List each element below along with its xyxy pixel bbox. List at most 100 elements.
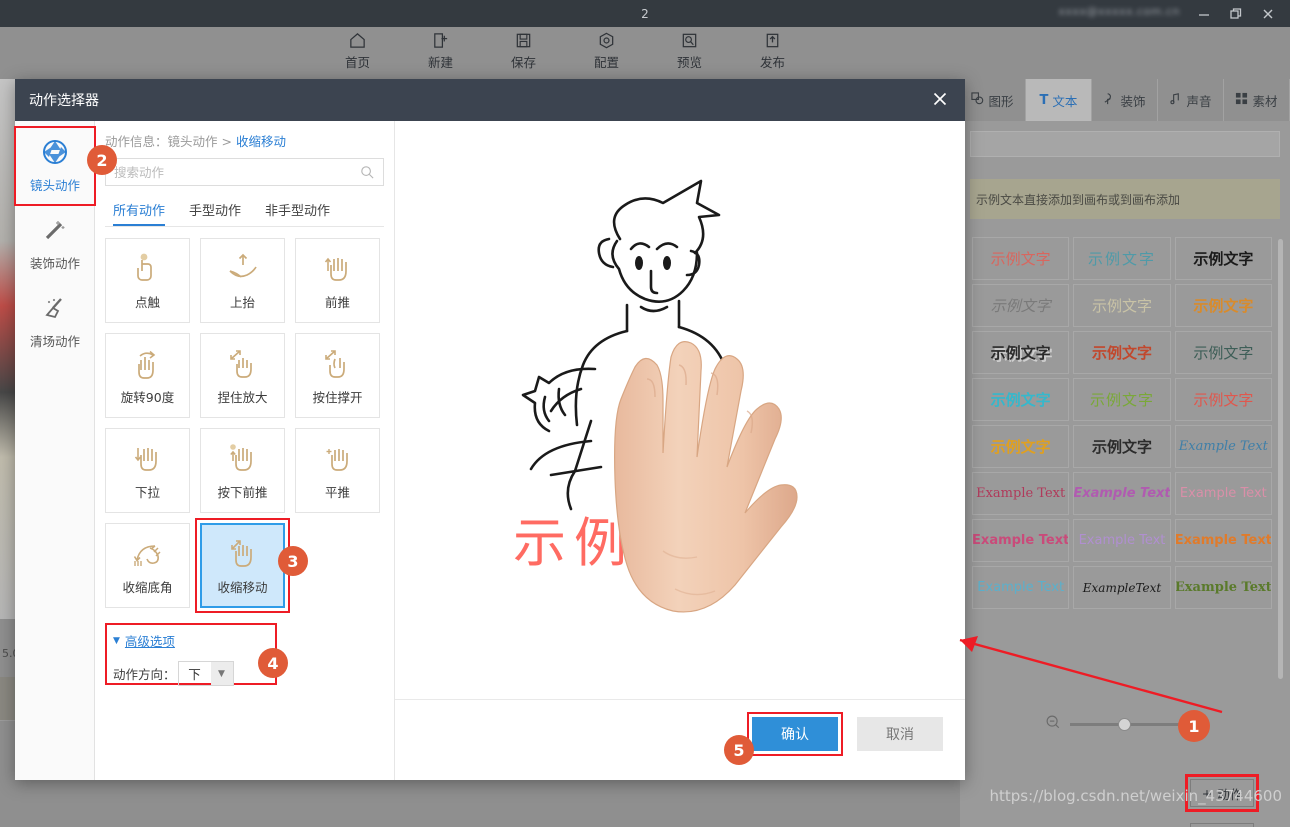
sidebar-item-label: 装饰动作 [29, 256, 80, 271]
toolbar-item-preview[interactable]: 预览 [662, 27, 717, 71]
callout-badge-2: 2 [87, 145, 117, 175]
text-style-item[interactable]: Example Text [1073, 472, 1171, 515]
zoom-slider-knob[interactable] [1118, 717, 1131, 731]
dialog-close-icon[interactable] [931, 90, 951, 110]
text-style-item[interactable]: 示例文字 [1073, 284, 1171, 327]
text-style-item[interactable]: 示例文字 [1073, 237, 1171, 280]
action-item-pull-down[interactable]: 下拉 [105, 428, 190, 513]
sidebar-item-camera-action[interactable]: 镜头动作 [14, 126, 96, 206]
text-style-item[interactable]: 示例文字 [972, 425, 1070, 468]
tab-hand-actions[interactable]: 手型动作 [189, 200, 241, 226]
text-style-item[interactable]: Example Text [972, 566, 1070, 609]
cancel-button[interactable]: 取消 [857, 717, 943, 751]
sidebar-item-decoration-action[interactable]: 装饰动作 [15, 205, 95, 283]
action-item-label: 按下前推 [217, 484, 268, 500]
search-icon[interactable] [360, 165, 375, 184]
shrink-corner-hand-icon [131, 536, 165, 573]
action-item-press-push[interactable]: 按下前推 [200, 428, 285, 513]
action-item-qiantui[interactable]: 前推 [295, 238, 380, 323]
text-style-grid: 示例文字 示例文字 示例文字 示例文字 示例文字 示例文字 示例文字 示例文字 … [970, 235, 1274, 687]
text-style-item[interactable]: Example Text [1174, 519, 1272, 562]
toolbar-label: 配置 [593, 55, 619, 70]
toolbar-item-home[interactable]: 首页 [330, 27, 385, 71]
text-style-item[interactable]: 示例文字 [972, 284, 1070, 327]
tab-sound[interactable]: 声音 [1158, 79, 1224, 121]
toolbar-item-settings[interactable]: 配置 [579, 27, 634, 71]
toolbar-item-publish[interactable]: 发布 [745, 27, 800, 71]
text-style-item[interactable]: ExampleText [1073, 566, 1171, 609]
tab-label: 声音 [1186, 93, 1212, 109]
text-style-item[interactable]: 示例文字 [1073, 331, 1171, 374]
toolbar-item-save[interactable]: 保存 [496, 27, 551, 71]
sidebar-item-clear-action[interactable]: 清场动作 [15, 283, 95, 361]
action-item-label: 旋转90度 [120, 389, 175, 405]
text-style-item[interactable]: 示例文字 [1073, 378, 1171, 421]
text-style-item[interactable]: Example Text [972, 519, 1070, 562]
flat-push-hand-icon [321, 441, 355, 478]
text-style-item[interactable]: 示例文字 [972, 331, 1070, 374]
action-item-dianchu[interactable]: 点触 [105, 238, 190, 323]
action-item-label: 点触 [134, 294, 160, 310]
action-item-label: 平推 [324, 484, 350, 500]
direction-select[interactable]: 下 ▼ [177, 661, 234, 686]
right-panel-tabs: 图形 T 文本 装饰 声音 素材 [960, 79, 1290, 121]
right-panel-search[interactable] [970, 131, 1280, 157]
advanced-options-header[interactable]: ▼ 高级选项 [113, 631, 275, 650]
maximize-icon[interactable] [1220, 0, 1252, 27]
action-grid: 点触 上抬 前推 旋转90度 捏住放大 按住撑开 下拉 按下前推 平推 收缩底角… [105, 238, 385, 613]
close-icon[interactable] [1252, 0, 1284, 27]
minimize-icon[interactable] [1188, 0, 1220, 27]
tab-non-hand-actions[interactable]: 非手型动作 [265, 200, 330, 226]
toolbar-label: 发布 [759, 55, 785, 70]
text-style-item[interactable]: 示例文字 [972, 378, 1070, 421]
right-panel-hint: 示例文本直接添加到画布或到画布添加 [970, 179, 1280, 219]
right-panel-scrollbar[interactable] [1278, 239, 1283, 679]
action-item-shrink-move[interactable]: 收缩移动 [195, 518, 290, 613]
action-item-press-spread[interactable]: 按住撑开 [295, 333, 380, 418]
dialog-body: 镜头动作 装饰动作 清场动作 动作信息：镜头动作 > 收缩移动 搜索动作 所有动… [14, 121, 965, 780]
search-input[interactable] [114, 164, 364, 180]
toolbar-item-new[interactable]: 新建 [413, 27, 468, 71]
confirm-button-highlight: 确认 [747, 712, 843, 756]
text-style-item[interactable]: Example Text [972, 472, 1070, 515]
shape-icon [971, 91, 984, 109]
action-item-pinch-zoom[interactable]: 捏住放大 [200, 333, 285, 418]
text-style-item[interactable]: Example Text [1174, 566, 1272, 609]
action-item-shangtai[interactable]: 上抬 [200, 238, 285, 323]
tab-text[interactable]: T 文本 [1026, 79, 1092, 121]
shrink-move-hand-icon [226, 536, 260, 573]
tab-material[interactable]: 素材 [1224, 79, 1290, 121]
app-toolbar: 首页 新建 保存 配置 预览 发布 [0, 27, 1290, 79]
text-style-item[interactable]: 示例文字 [1174, 331, 1272, 374]
action-item-flat-push[interactable]: 平推 [295, 428, 380, 513]
account-label: xxxx@xxxxx.com.cn [1058, 5, 1180, 18]
action-item-shrink-corner[interactable]: 收缩底角 [105, 523, 190, 608]
tab-shape[interactable]: 图形 [960, 79, 1026, 121]
hand-overlay [614, 341, 798, 613]
dialog-sidebar: 镜头动作 装饰动作 清场动作 [14, 121, 96, 780]
toolbar-label: 保存 [510, 55, 536, 70]
tab-label: 图形 [988, 93, 1014, 109]
zoom-out-icon[interactable] [1045, 714, 1061, 734]
add-background-button[interactable]: + 背景 [1190, 823, 1254, 827]
text-style-item[interactable]: 示例文字 [1174, 284, 1272, 327]
text-style-item[interactable]: 示例文字 [1073, 425, 1171, 468]
dialog-footer: 确认 取消 [747, 712, 943, 756]
direction-row: 动作方向： 下 ▼ [113, 661, 275, 686]
action-item-rotate90[interactable]: 旋转90度 [105, 333, 190, 418]
tab-all-actions[interactable]: 所有动作 [113, 200, 166, 226]
confirm-button[interactable]: 确认 [752, 717, 838, 751]
text-style-item[interactable]: Example Text [1073, 519, 1171, 562]
tab-decoration[interactable]: 装饰 [1092, 79, 1158, 121]
text-style-item[interactable]: Example Text [1174, 425, 1272, 468]
tab-label: 装饰 [1120, 93, 1146, 109]
advanced-options-panel: ▼ 高级选项 动作方向： 下 ▼ [105, 623, 277, 686]
text-style-item[interactable]: 示例文字 [1174, 237, 1272, 280]
sidebar-item-label: 镜头动作 [29, 178, 80, 193]
text-style-item[interactable]: 示例文字 [1174, 378, 1272, 421]
text-style-item[interactable]: 示例文字 [972, 237, 1070, 280]
zoom-slider[interactable] [1070, 717, 1180, 731]
text-style-item[interactable]: Example Text [1174, 472, 1272, 515]
window-titlebar: 2 xxxx@xxxxx.com.cn [0, 0, 1290, 27]
search-box[interactable] [105, 158, 384, 186]
